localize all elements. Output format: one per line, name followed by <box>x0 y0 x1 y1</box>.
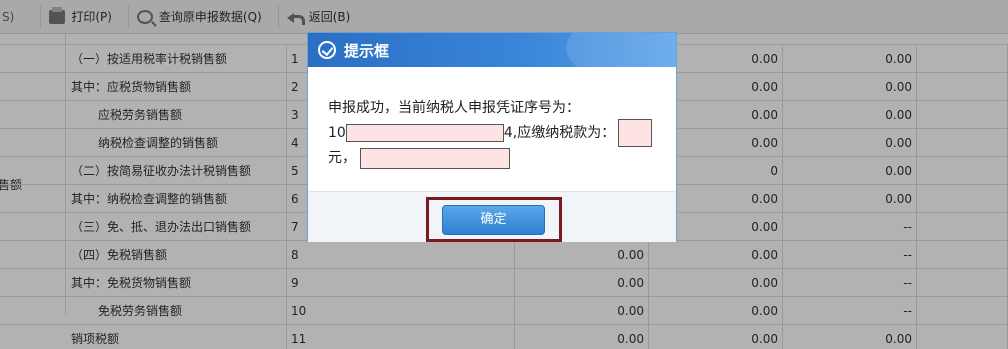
tax-label: ,应缴纳税款为： <box>512 125 616 141</box>
serial-suffix: 4 <box>503 125 513 141</box>
serial-redaction <box>345 124 504 142</box>
dialog-message: 申报成功，当前纳税人申报凭证序号为： 10 4,应缴纳税款为： 元， <box>308 67 676 191</box>
message-line-3: 元， <box>328 147 676 169</box>
ok-button[interactable]: 确定 <box>442 205 545 235</box>
message-redaction <box>360 147 510 169</box>
dialog-title-bar: 提示框 <box>308 33 676 67</box>
dialog-title: 提示框 <box>344 41 390 60</box>
dialog-footer: 确定 <box>308 191 676 242</box>
yuan-prefix: 元， <box>328 150 356 166</box>
message-line-1: 申报成功，当前纳税人申报凭证序号为： <box>328 100 580 116</box>
ok-button-highlight: 确定 <box>426 197 562 242</box>
prompt-dialog: 提示框 申报成功，当前纳税人申报凭证序号为： 10 4,应缴纳税款为： 元， 确定 <box>307 32 677 242</box>
tax-amount-redaction <box>618 119 653 147</box>
message-line-2: 10 4,应缴纳税款为： <box>328 119 676 147</box>
serial-prefix: 10 <box>328 125 346 141</box>
title-bar-decoration <box>566 33 676 67</box>
check-circle-icon <box>318 41 336 59</box>
